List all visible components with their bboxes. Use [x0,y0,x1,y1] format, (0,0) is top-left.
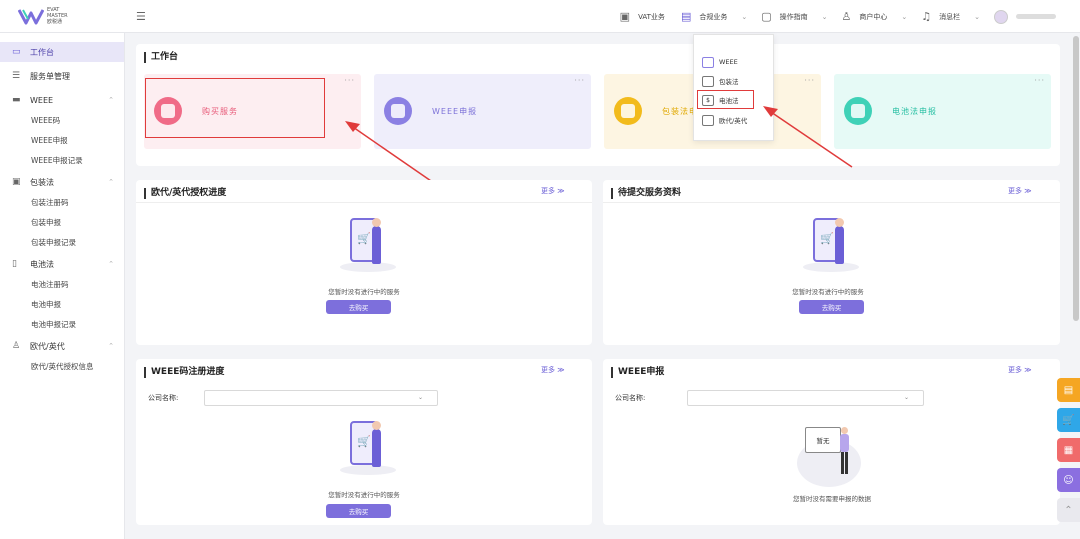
empty-illustration: 🛒 [338,419,398,481]
company-select[interactable]: ⌄ [687,390,924,406]
panel-pending: 待提交服务资料 更多 ≫ 🛒 您暂时没有进行中的服务 去购买 [603,180,1060,345]
cart-icon[interactable]: 🛒 [1057,408,1080,432]
empty-illustration: 🛒 [338,216,398,278]
scrollbar[interactable] [1073,36,1079,321]
more-link[interactable]: 更多 ≫ [1008,365,1032,375]
go-buy-button[interactable]: 去购买 [326,300,391,314]
back-to-top-icon[interactable]: ⌃ [1057,498,1080,522]
panel-title: WEEE申报 [611,367,664,378]
empty-message: 您暂时没有需要申报的数据 [793,495,871,503]
no-data-sign: 暂无 [805,427,841,453]
empty-illustration: 暂无 [795,421,865,491]
go-buy-button[interactable]: 去购买 [799,300,864,314]
new-badge-icon[interactable]: ▤ [1057,378,1080,402]
go-buy-button[interactable]: 去购买 [326,504,391,518]
more-link[interactable]: 更多 ≫ [541,365,565,375]
panel-weee-registration: WEEE码注册进度 更多 ≫ 公司名称: ⌄ 🛒 您暂时没有进行中的服务 去购买 [136,359,592,525]
panel-title: 待提交服务资料 [611,188,681,199]
more-link[interactable]: 更多 ≫ [541,186,565,196]
empty-message: 您暂时没有进行中的服务 [328,491,400,499]
company-name-label: 公司名称: [148,394,179,402]
empty-message: 您暂时没有进行中的服务 [792,288,864,296]
gift-icon[interactable]: ▦ [1057,438,1080,462]
chevron-down-icon: ⌄ [417,394,423,401]
company-select[interactable]: ⌄ [204,390,438,406]
empty-message: 您暂时没有进行中的服务 [328,288,400,296]
panel-weee-declaration: WEEE申报 更多 ≫ 公司名称: ⌄ 暂无 您暂时没有需要申报的数据 [603,359,1060,525]
more-link[interactable]: 更多 ≫ [1008,186,1032,196]
chevron-down-icon: ⌄ [903,394,909,401]
panel-rep-progress: 欧代/英代授权进度 更多 ≫ 🛒 您暂时没有进行中的服务 去购买 [136,180,592,345]
support-icon[interactable]: ☺ [1057,468,1080,492]
panel-title: 欧代/英代授权进度 [144,188,226,199]
empty-illustration: 🛒 [801,216,861,278]
panel-title: WEEE码注册进度 [144,367,224,378]
company-name-label: 公司名称: [615,394,646,402]
